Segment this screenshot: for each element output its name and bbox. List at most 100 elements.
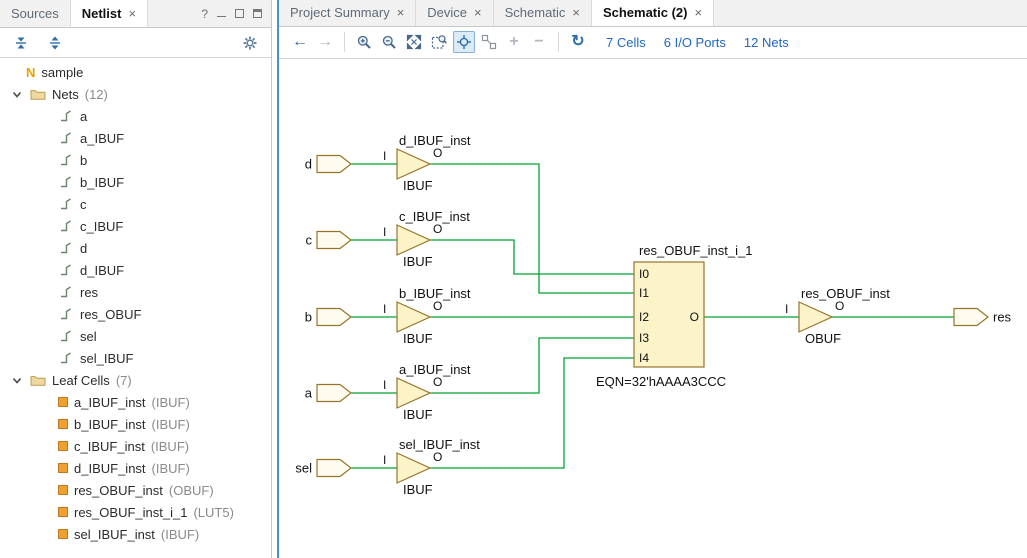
- net-label: res_OBUF: [80, 307, 141, 322]
- cell-icon: [58, 397, 68, 407]
- tab-project-summary[interactable]: Project Summary ×: [279, 0, 416, 26]
- port-d[interactable]: d: [305, 156, 351, 173]
- net-icon: [58, 262, 74, 278]
- tree-cell-item[interactable]: b_IBUF_inst(IBUF): [0, 413, 271, 435]
- tree-net-item[interactable]: b: [0, 149, 271, 171]
- tree-net-item[interactable]: a_IBUF: [0, 127, 271, 149]
- zoom-in-icon: [356, 34, 372, 50]
- tree-net-item[interactable]: res_OBUF: [0, 303, 271, 325]
- zoom-selection-button[interactable]: [428, 31, 450, 53]
- add-to-schematic-button[interactable]: +: [503, 31, 525, 53]
- tree-cell-item[interactable]: res_OBUF_inst_i_1(LUT5): [0, 501, 271, 523]
- nets-link[interactable]: 12 Nets: [744, 35, 789, 50]
- tree-cell-item[interactable]: res_OBUF_inst(OBUF): [0, 479, 271, 501]
- net-icon: [58, 284, 74, 300]
- autofit-selection-button[interactable]: [453, 31, 475, 53]
- tree-cell-item[interactable]: d_IBUF_inst(IBUF): [0, 457, 271, 479]
- expand-all-button[interactable]: [44, 32, 66, 54]
- cell-type-label: IBUF: [403, 331, 433, 346]
- gear-icon: [242, 35, 258, 51]
- io-ports-link[interactable]: 6 I/O Ports: [664, 35, 726, 50]
- cell-icon: [58, 529, 68, 539]
- tab-netlist[interactable]: Netlist ×: [71, 0, 148, 27]
- expand-cone-button[interactable]: [478, 31, 500, 53]
- close-icon[interactable]: ×: [572, 5, 580, 20]
- cells-folder-label: Leaf Cells: [52, 373, 110, 388]
- net-icon: [58, 218, 74, 234]
- tab-schematic-2[interactable]: Schematic (2) ×: [592, 0, 714, 26]
- regenerate-layout-button[interactable]: ↻: [567, 31, 589, 53]
- close-icon[interactable]: ×: [474, 5, 482, 20]
- schematic-stats: 7 Cells 6 I/O Ports 12 Nets: [606, 35, 789, 50]
- tree-net-item[interactable]: d_IBUF: [0, 259, 271, 281]
- close-icon[interactable]: ×: [397, 5, 405, 20]
- chevron-down-icon[interactable]: [10, 373, 24, 387]
- settings-button[interactable]: [239, 32, 261, 54]
- cell-d-ibuf[interactable]: d_IBUF_inst I O IBUF: [383, 133, 471, 193]
- net-icon: [58, 130, 74, 146]
- tree-net-item[interactable]: sel: [0, 325, 271, 347]
- tree-net-item[interactable]: a: [0, 105, 271, 127]
- lut-pin-label: I2: [639, 310, 649, 324]
- cell-type: (IBUF): [152, 395, 190, 410]
- tree-cell-item[interactable]: a_IBUF_inst(IBUF): [0, 391, 271, 413]
- port-a[interactable]: a: [305, 385, 351, 402]
- cell-label: res_OBUF_inst: [74, 483, 163, 498]
- cell-label: d_IBUF_inst: [74, 461, 146, 476]
- tree-cell-item[interactable]: sel_IBUF_inst(IBUF): [0, 523, 271, 545]
- cell-icon: [58, 507, 68, 517]
- float-icon[interactable]: [235, 9, 244, 18]
- cell-c-ibuf[interactable]: c_IBUF_inst I O IBUF: [383, 209, 470, 269]
- tree-folder-nets[interactable]: Nets (12): [0, 83, 271, 105]
- cell-b-ibuf[interactable]: b_IBUF_inst I O IBUF: [383, 286, 471, 346]
- cell-res-obuf[interactable]: res_OBUF_inst I O OBUF: [785, 286, 890, 346]
- minimize-icon[interactable]: [217, 16, 226, 17]
- port-label: a: [305, 386, 313, 401]
- netlist-panel: Sources Netlist × ? N sample: [0, 0, 272, 558]
- zoom-in-button[interactable]: [353, 31, 375, 53]
- cell-lut5[interactable]: res_OBUF_inst_i_1 I0 I1 I2 I3 I4 O EQN=3…: [596, 243, 752, 389]
- cell-a-ibuf[interactable]: a_IBUF_inst I O IBUF: [383, 362, 471, 422]
- port-res[interactable]: res: [954, 309, 1012, 326]
- refresh-icon: ↻: [571, 34, 584, 50]
- cell-type-label: IBUF: [403, 482, 433, 497]
- zoom-out-button[interactable]: [378, 31, 400, 53]
- port-b[interactable]: b: [305, 309, 351, 326]
- back-button[interactable]: ←: [289, 31, 311, 53]
- tree-net-item[interactable]: c: [0, 193, 271, 215]
- port-sel[interactable]: sel: [295, 460, 351, 477]
- tree-net-item[interactable]: c_IBUF: [0, 215, 271, 237]
- cells-link[interactable]: 7 Cells: [606, 35, 646, 50]
- tree-cell-item[interactable]: c_IBUF_inst(IBUF): [0, 435, 271, 457]
- cell-type-label: OBUF: [805, 331, 841, 346]
- tree-net-item[interactable]: sel_IBUF: [0, 347, 271, 369]
- tree-net-item[interactable]: res: [0, 281, 271, 303]
- net-label: b: [80, 153, 87, 168]
- tab-device[interactable]: Device ×: [416, 0, 493, 26]
- maximize-icon[interactable]: [253, 9, 262, 18]
- remove-from-schematic-button[interactable]: −: [528, 31, 550, 53]
- pin-out-label: O: [433, 375, 442, 389]
- tab-sources[interactable]: Sources: [0, 0, 71, 27]
- zoom-fit-button[interactable]: [403, 31, 425, 53]
- net-c[interactable]: [351, 240, 634, 274]
- tree-root[interactable]: N sample: [0, 61, 271, 83]
- tree-net-item[interactable]: d: [0, 237, 271, 259]
- schematic-drawing: d d_IBUF_inst I O IBUF c c_IBUF_: [279, 59, 1026, 555]
- close-icon[interactable]: ×: [128, 6, 136, 21]
- net-a[interactable]: [351, 338, 634, 393]
- tab-schematic[interactable]: Schematic ×: [494, 0, 592, 26]
- net-sel[interactable]: [351, 358, 634, 468]
- forward-button[interactable]: →: [314, 31, 336, 53]
- tree-folder-leaf-cells[interactable]: Leaf Cells (7): [0, 369, 271, 391]
- collapse-all-button[interactable]: [10, 32, 32, 54]
- port-label: b: [305, 310, 312, 325]
- zoom-selection-icon: [431, 34, 447, 50]
- close-icon[interactable]: ×: [694, 5, 702, 20]
- chevron-down-icon[interactable]: [10, 87, 24, 101]
- help-icon[interactable]: ?: [201, 7, 208, 21]
- port-c[interactable]: c: [306, 232, 352, 249]
- cell-sel-ibuf[interactable]: sel_IBUF_inst I O IBUF: [383, 437, 480, 497]
- tree-net-item[interactable]: b_IBUF: [0, 171, 271, 193]
- schematic-canvas[interactable]: d d_IBUF_inst I O IBUF c c_IBUF_: [279, 59, 1027, 558]
